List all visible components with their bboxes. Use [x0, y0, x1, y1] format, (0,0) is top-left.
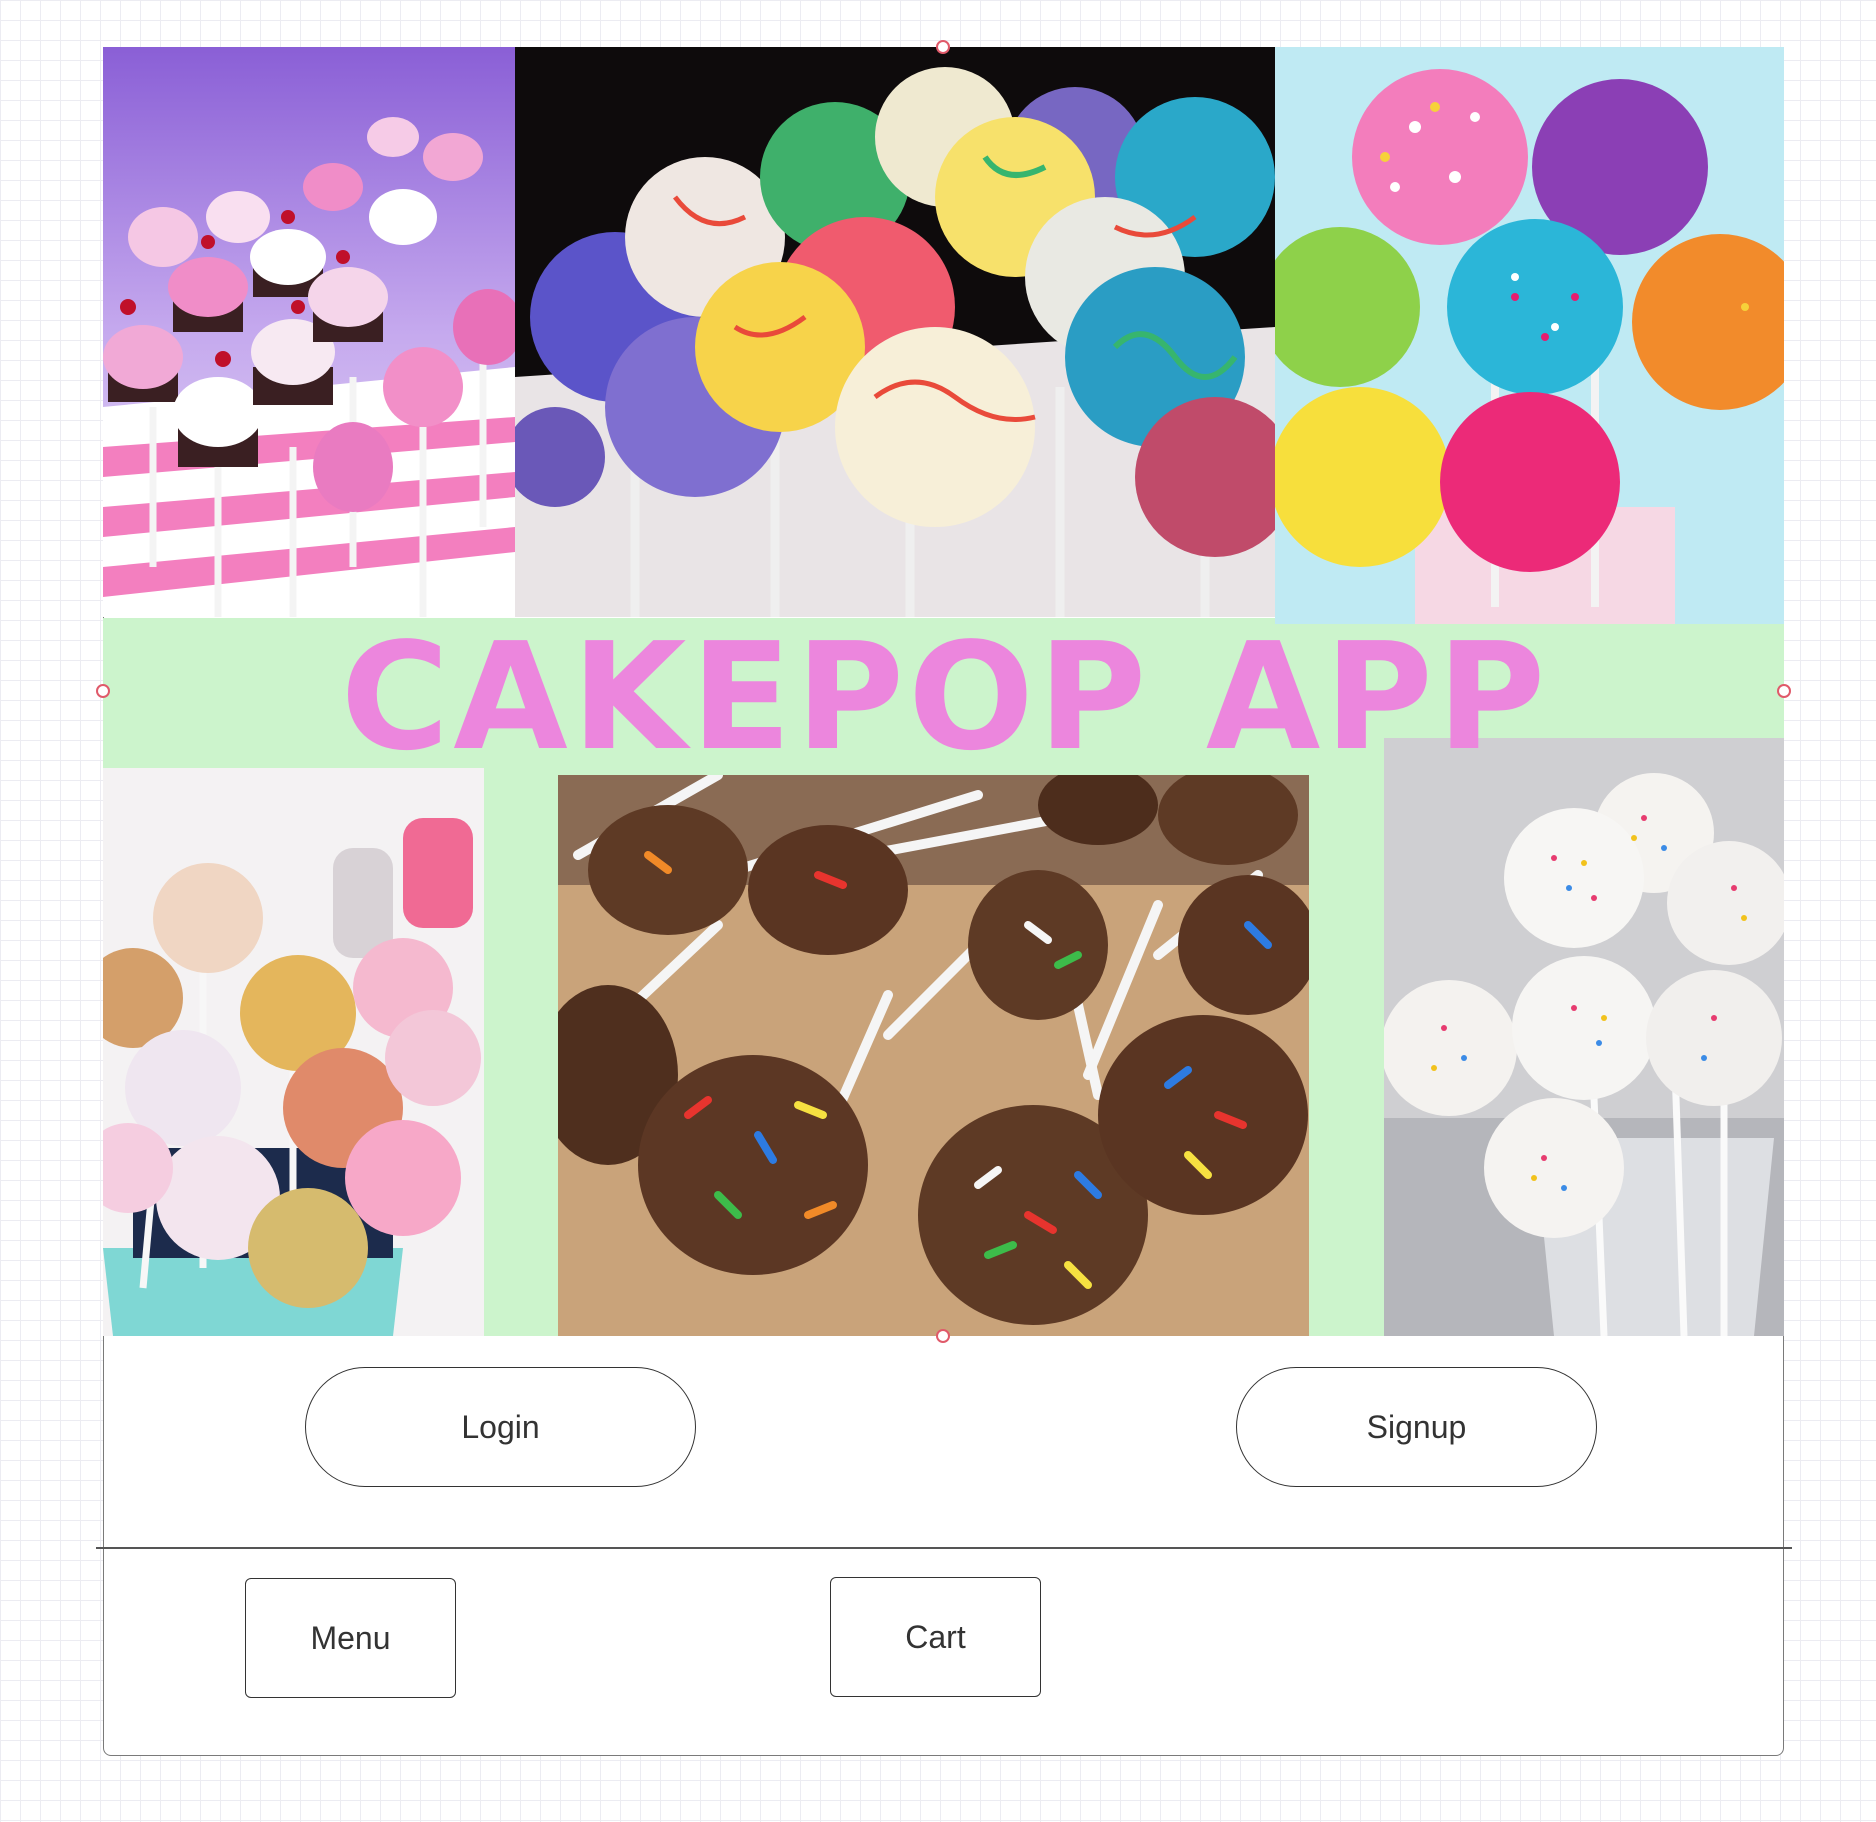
photo-pastel-bucket-cakepops: [103, 768, 484, 1336]
menu-button[interactable]: Menu: [245, 1578, 456, 1698]
resize-handle-right[interactable]: [1777, 684, 1791, 698]
photo-sprinkle-cakepops-blue: [1275, 47, 1784, 624]
login-button[interactable]: Login: [305, 1367, 696, 1487]
photo-marbled-cakepops: [515, 47, 1275, 617]
photo-cupcake-cakepops: [103, 47, 515, 617]
photo-white-nonpareil-cakepops: [1384, 738, 1784, 1336]
app-title: CAKEPOP APP: [340, 611, 1550, 783]
photo-chocolate-sprinkle-cakepops: [558, 775, 1309, 1336]
signup-button[interactable]: Signup: [1236, 1367, 1597, 1487]
section-divider: [96, 1547, 1792, 1549]
cart-button[interactable]: Cart: [830, 1577, 1041, 1697]
resize-handle-bottom[interactable]: [936, 1329, 950, 1343]
resize-handle-left[interactable]: [96, 684, 110, 698]
resize-handle-top[interactable]: [936, 40, 950, 54]
